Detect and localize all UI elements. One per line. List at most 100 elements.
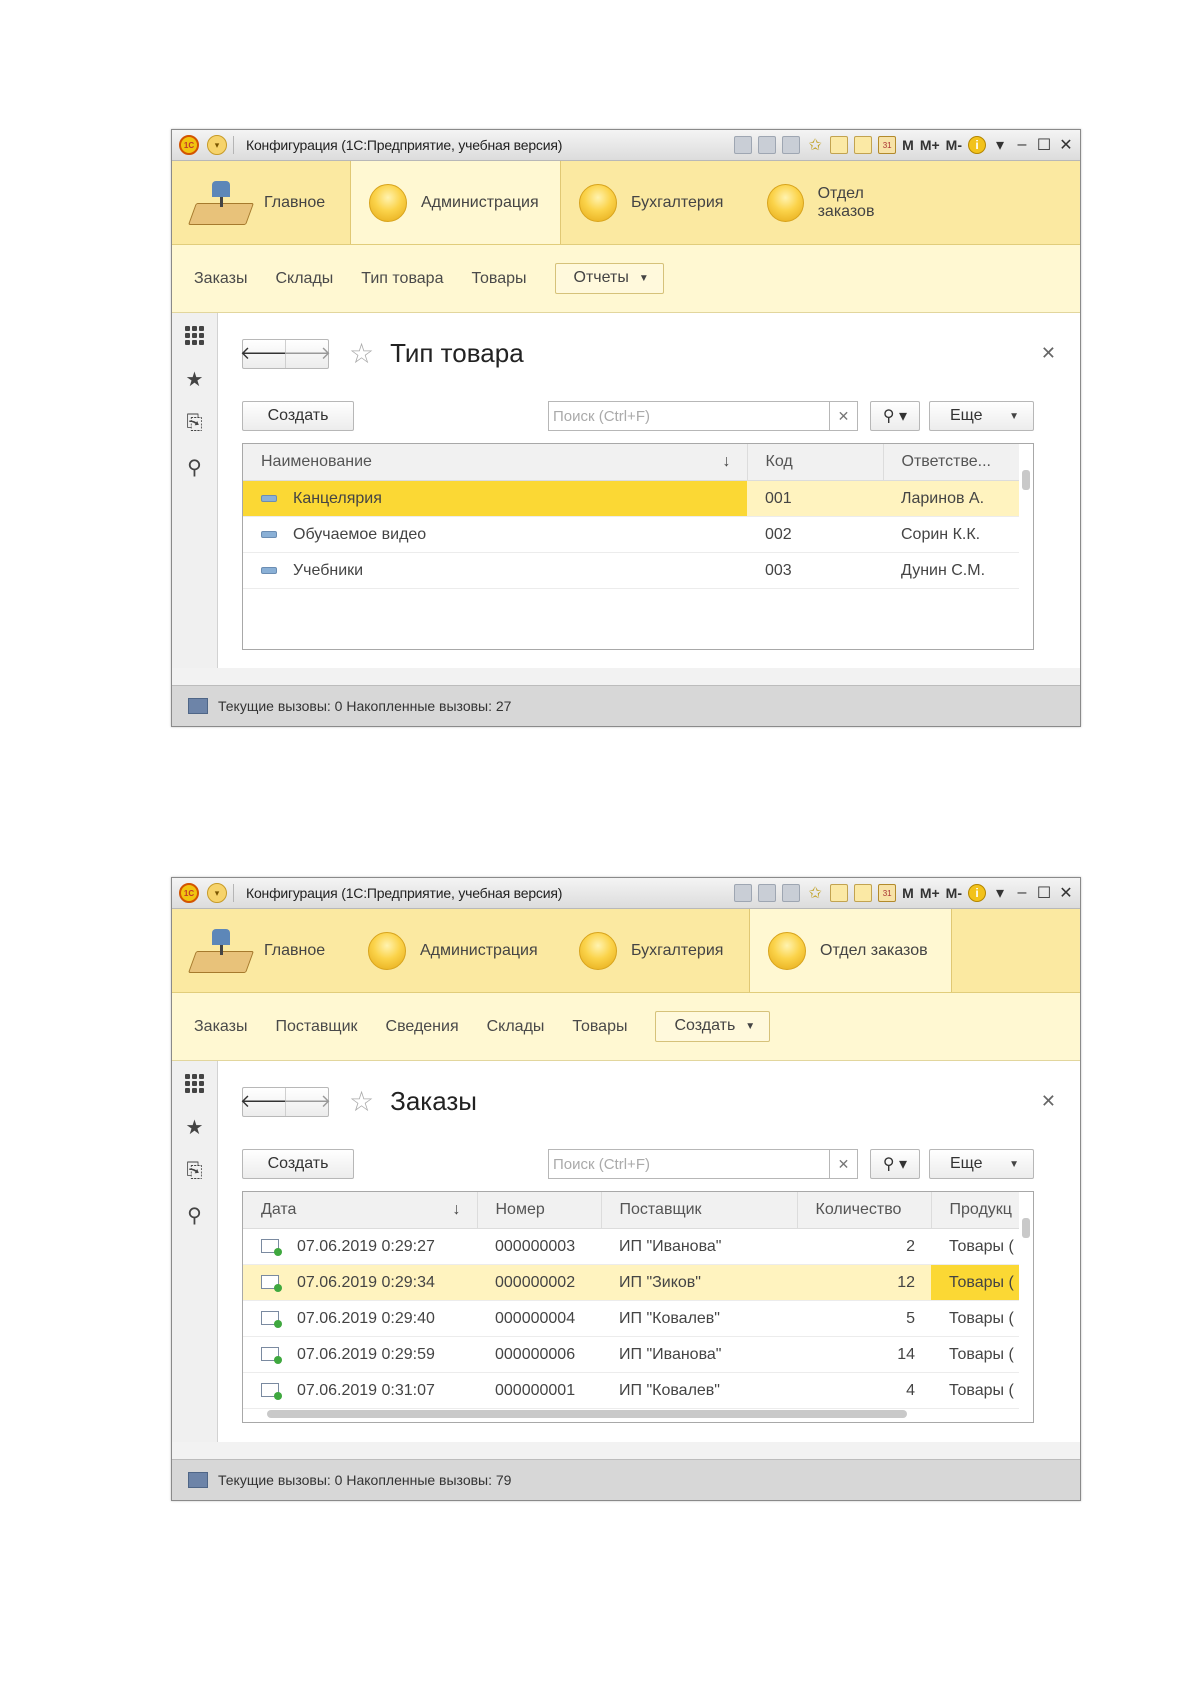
table-row[interactable]: 07.06.2019 0:31:07 000000001 ИП "Ковалев… — [243, 1372, 1021, 1409]
print-icon[interactable] — [758, 884, 777, 902]
favorite-star-icon[interactable]: ☆ — [349, 1085, 374, 1118]
section-administratsiya[interactable]: Администрация — [350, 909, 561, 992]
memory-m-button[interactable]: M — [902, 885, 914, 901]
maximize-icon[interactable]: ☐ — [1036, 135, 1052, 155]
back-arrow-icon[interactable]: 🡐 — [240, 1088, 288, 1116]
memory-minus-button[interactable]: M- — [946, 885, 962, 901]
section-glavnoe[interactable]: Главное — [172, 909, 350, 992]
memory-m-button[interactable]: M — [902, 137, 914, 153]
nav-link-zakazy[interactable]: Заказы — [194, 1018, 247, 1036]
info-icon[interactable]: i — [968, 136, 986, 154]
scrollbar-thumb[interactable] — [1022, 470, 1030, 490]
nav-link-svedeniya[interactable]: Сведения — [386, 1018, 459, 1036]
column-header-product[interactable]: Продукц — [931, 1192, 1022, 1229]
nav-link-tovary[interactable]: Товары — [572, 1018, 627, 1036]
close-icon[interactable]: ✕ — [1058, 135, 1074, 155]
calculator-icon[interactable] — [854, 884, 873, 902]
section-otdel-zakazov[interactable]: Отдел заказов — [749, 909, 952, 992]
nav-link-tip-tovara[interactable]: Тип товара — [361, 270, 443, 288]
section-otdel-zakazov[interactable]: Отдел заказов — [749, 161, 939, 244]
create-button[interactable]: Создать — [242, 401, 354, 431]
nav-link-zakazy[interactable]: Заказы — [194, 270, 247, 288]
table-row[interactable]: Учебники 003 Дунин С.М. — [243, 552, 1021, 589]
preview-icon[interactable] — [782, 884, 801, 902]
create-dropdown[interactable]: Создать ▼ — [655, 1011, 771, 1042]
history-icon[interactable]: ⎘ — [172, 1149, 217, 1193]
save-icon[interactable] — [734, 136, 753, 154]
1c-logo-icon[interactable]: 1С — [179, 883, 199, 903]
table-row[interactable]: 07.06.2019 0:29:40 000000004 ИП "Ковалев… — [243, 1300, 1021, 1337]
search-icon[interactable]: ⚲ — [172, 1193, 217, 1237]
save-icon[interactable] — [734, 884, 753, 902]
more-button[interactable]: Еще ▼ — [929, 1149, 1034, 1179]
column-header-name[interactable]: Наименование ↓ — [243, 444, 748, 481]
column-header-responsible[interactable]: Ответстве... — [883, 444, 1022, 481]
add-favorite-icon[interactable]: ✩ — [806, 884, 824, 902]
nav-link-sklady[interactable]: Склады — [487, 1018, 545, 1036]
memory-plus-button[interactable]: M+ — [920, 137, 940, 153]
maximize-icon[interactable]: ☐ — [1036, 883, 1052, 903]
forward-arrow-icon[interactable]: 🡒 — [283, 339, 331, 368]
main-menu-icon[interactable]: ▾ — [207, 883, 227, 903]
preview-icon[interactable] — [782, 136, 801, 154]
close-icon[interactable]: ✕ — [1058, 883, 1074, 903]
scrollbar-thumb[interactable] — [1022, 1218, 1030, 1238]
section-administratsiya[interactable]: Администрация — [350, 161, 561, 244]
search-options-button[interactable]: ⚲ ▾ — [870, 1149, 920, 1179]
chevron-down-icon[interactable]: ▾ — [992, 883, 1008, 903]
table-row[interactable]: 07.06.2019 0:29:34 000000002 ИП "Зиков" … — [243, 1264, 1021, 1301]
section-glavnoe[interactable]: Главное — [172, 161, 350, 244]
nav-link-sklady[interactable]: Склады — [275, 270, 333, 288]
minimize-icon[interactable]: – — [1014, 884, 1030, 902]
nav-link-tovary[interactable]: Товары — [471, 270, 526, 288]
memory-plus-button[interactable]: M+ — [920, 885, 940, 901]
more-button[interactable]: Еще ▼ — [929, 401, 1034, 431]
section-bukhgalteriya[interactable]: Бухгалтерия — [561, 909, 749, 992]
calendar-icon[interactable]: 31 — [878, 136, 897, 154]
main-menu-icon[interactable]: ▾ — [207, 135, 227, 155]
calculator-icon[interactable] — [854, 136, 873, 154]
table-row[interactable]: 07.06.2019 0:29:27 000000003 ИП "Иванова… — [243, 1228, 1021, 1265]
search-input[interactable]: Поиск (Ctrl+F) — [548, 401, 830, 431]
back-arrow-icon[interactable]: 🡐 — [240, 340, 288, 368]
column-header-date[interactable]: Дата ↓ — [243, 1192, 478, 1229]
form-close-icon[interactable]: ✕ — [1041, 1091, 1056, 1112]
add-favorite-icon[interactable]: ✩ — [806, 136, 824, 154]
grid-menu-icon[interactable] — [172, 1061, 217, 1105]
minimize-icon[interactable]: – — [1014, 136, 1030, 154]
search-icon[interactable]: ⚲ — [172, 445, 217, 489]
section-bukhgalteriya[interactable]: Бухгалтерия — [561, 161, 749, 244]
print-icon[interactable] — [758, 136, 777, 154]
column-header-number[interactable]: Номер — [477, 1192, 602, 1229]
info-icon[interactable]: i — [968, 884, 986, 902]
horizontal-scrollbar[interactable] — [267, 1410, 907, 1418]
favorites-star-icon[interactable]: ★ — [172, 1105, 217, 1149]
memory-minus-button[interactable]: M- — [946, 137, 962, 153]
column-header-supplier[interactable]: Поставщик — [601, 1192, 798, 1229]
vertical-scrollbar[interactable] — [1019, 444, 1033, 649]
column-header-code[interactable]: Код — [747, 444, 884, 481]
column-header-quantity[interactable]: Количество — [797, 1192, 932, 1229]
table-row[interactable]: 07.06.2019 0:29:59 000000006 ИП "Иванова… — [243, 1336, 1021, 1373]
chevron-down-icon[interactable]: ▾ — [992, 135, 1008, 155]
vertical-scrollbar[interactable] — [1019, 1192, 1033, 1422]
nav-link-postavshchik[interactable]: Поставщик — [275, 1018, 357, 1036]
history-icon[interactable]: ⎘ — [172, 401, 217, 445]
table-row[interactable]: Обучаемое видео 002 Сорин К.К. — [243, 516, 1021, 553]
form-close-icon[interactable]: ✕ — [1041, 343, 1056, 364]
search-input[interactable]: Поиск (Ctrl+F) — [548, 1149, 830, 1179]
favorite-star-icon[interactable]: ☆ — [349, 337, 374, 370]
favorites-icon[interactable] — [830, 136, 849, 154]
search-clear-icon[interactable]: ✕ — [830, 1149, 858, 1179]
grid-menu-icon[interactable] — [172, 313, 217, 357]
table-row[interactable]: Канцелярия 001 Ларинов А. — [243, 480, 1021, 517]
favorites-star-icon[interactable]: ★ — [172, 357, 217, 401]
search-options-button[interactable]: ⚲ ▾ — [870, 401, 920, 431]
calendar-icon[interactable]: 31 — [878, 884, 897, 902]
favorites-icon[interactable] — [830, 884, 849, 902]
search-clear-icon[interactable]: ✕ — [830, 401, 858, 431]
reports-dropdown[interactable]: Отчеты ▼ — [554, 263, 664, 294]
1c-logo-icon[interactable]: 1С — [179, 135, 199, 155]
forward-arrow-icon[interactable]: 🡒 — [283, 1087, 331, 1116]
create-button[interactable]: Создать — [242, 1149, 354, 1179]
